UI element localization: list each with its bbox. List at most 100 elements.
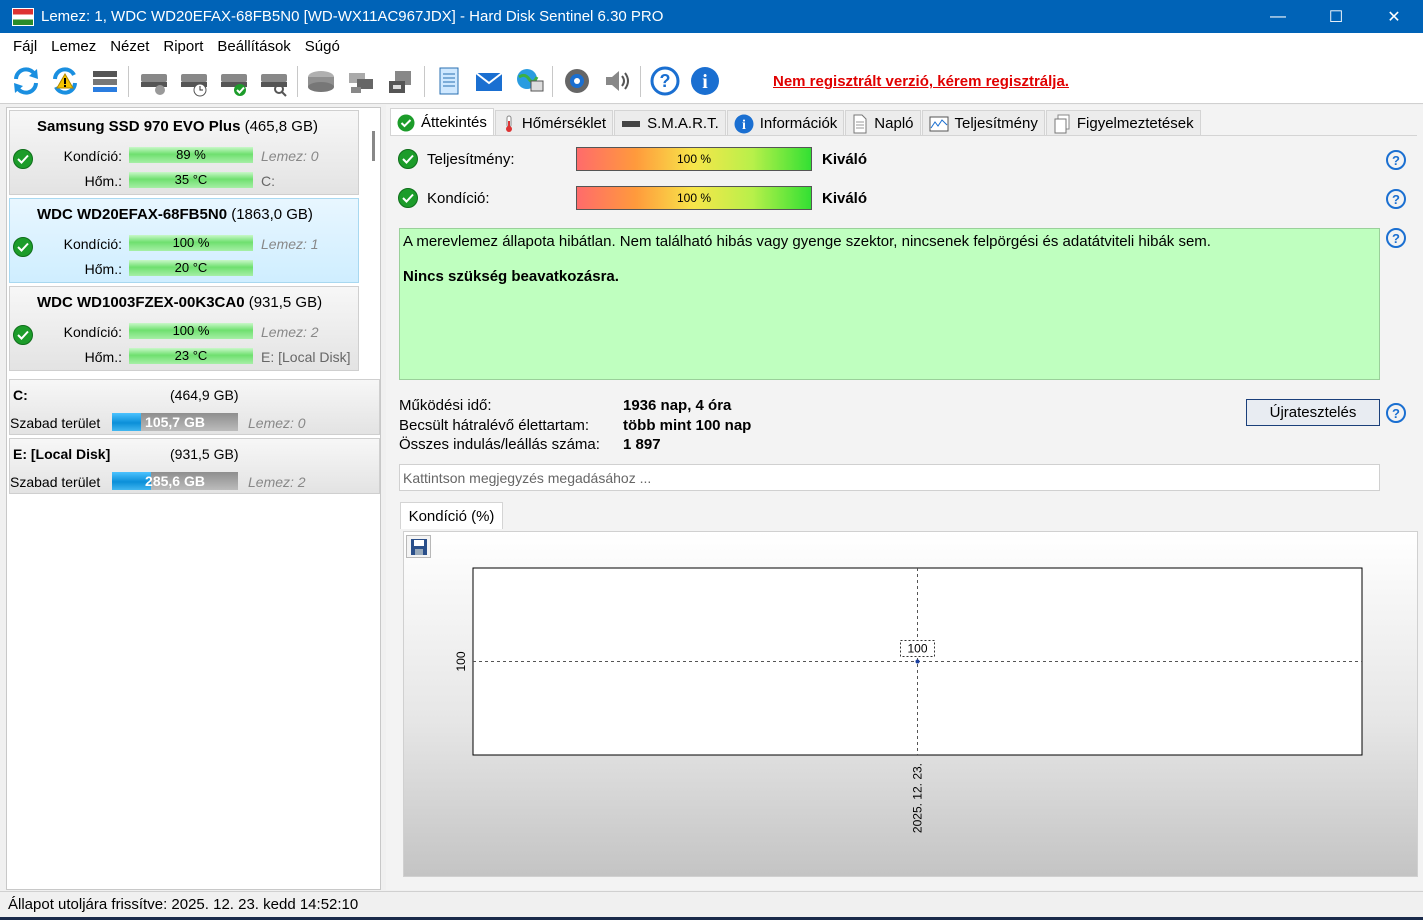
free-space-label: Szabad terület: [10, 474, 101, 490]
disk-item-wd1003fzex[interactable]: WDC WD1003FZEX-00K3CA0 (931,5 GB) Kondíc…: [9, 286, 359, 371]
help-icon[interactable]: ?: [1386, 150, 1406, 170]
tab-label: Áttekintés: [421, 114, 487, 131]
maximize-button[interactable]: ☐: [1313, 0, 1359, 33]
refresh-icon[interactable]: [9, 64, 43, 98]
register-link[interactable]: Nem regisztrált verzió, kérem regisztrál…: [773, 73, 1069, 90]
overview-content: Teljesítmény: 100 % Kiváló ? Kondíció: 1…: [390, 135, 1418, 887]
disk-usb-icon[interactable]: [384, 64, 418, 98]
network-icon[interactable]: [512, 64, 546, 98]
partition-size: (931,5 GB): [170, 446, 239, 462]
window-title: Lemez: 1, WDC WD20EFAX-68FB5N0 [WD-WX11A…: [41, 8, 664, 25]
graph-tab-condition[interactable]: Kondíció (%): [400, 502, 503, 529]
startstop-label: Összes indulás/leállás száma:: [399, 436, 600, 453]
info-icon: i: [734, 114, 754, 134]
partition-item-c[interactable]: C: (464,9 GB) Szabad terület 105,7 GB Le…: [9, 379, 380, 435]
toolbar-separator: [424, 66, 425, 97]
tab-log[interactable]: Napló: [845, 110, 921, 136]
partition-drive: E: [Local Disk]: [13, 446, 111, 462]
note-input[interactable]: [399, 464, 1380, 491]
tab-temperature[interactable]: Hőmérséklet: [494, 110, 614, 136]
menu-disk[interactable]: Lemez: [44, 38, 103, 55]
maximize-icon: ☐: [1328, 8, 1344, 26]
help-icon[interactable]: ?: [648, 64, 682, 98]
condition-rating: Kiváló: [822, 190, 868, 207]
close-icon: ✕: [1387, 8, 1401, 26]
temperature-bar: 20 °C: [129, 260, 253, 276]
disk-list-panel: Samsung SSD 970 EVO Plus (465,8 GB) Kond…: [6, 107, 381, 890]
email-icon[interactable]: [472, 64, 506, 98]
temperature-bar: 23 °C: [129, 348, 253, 364]
disk-item-samsung[interactable]: Samsung SSD 970 EVO Plus (465,8 GB) Kond…: [9, 110, 375, 195]
disk-item-wd20efax[interactable]: WDC WD20EFAX-68FB5N0 (1863,0 GB) Kondíci…: [9, 198, 359, 283]
condition-bar: 100 %: [129, 323, 253, 339]
status-text: A merevlemez állapota hibátlan. Nem talá…: [403, 233, 1211, 250]
tab-information[interactable]: i Információk: [726, 110, 845, 136]
disk-size: (1863,0 GB): [231, 206, 313, 223]
free-space-value: 105,7 GB: [145, 414, 205, 430]
close-button[interactable]: ✕: [1371, 0, 1417, 33]
drive-letter: C:: [261, 173, 275, 189]
condition-value: 100 %: [676, 191, 712, 205]
tab-alerts[interactable]: Figyelmeztetések: [1045, 110, 1201, 136]
menu-file[interactable]: Fájl: [6, 38, 44, 55]
menu-settings[interactable]: Beállítások: [210, 38, 297, 55]
retest-button[interactable]: Újratesztelés: [1246, 399, 1380, 426]
scrollbar-thumb[interactable]: [372, 131, 375, 161]
speaker-icon[interactable]: [600, 64, 634, 98]
svg-text:?: ?: [660, 71, 671, 91]
toolbar: ? i Nem regisztrált verzió, kérem regisz…: [0, 59, 1423, 104]
tab-overview[interactable]: Áttekintés: [390, 108, 494, 136]
toolbar-separator: [128, 66, 129, 97]
disk-size: (931,5 GB): [248, 294, 323, 311]
partition-item-e[interactable]: E: [Local Disk] (931,5 GB) Szabad terüle…: [9, 438, 380, 494]
documents-icon: [1053, 114, 1071, 134]
refresh-warning-icon[interactable]: [48, 64, 82, 98]
drive-letter: E: [Local Disk]: [261, 349, 351, 365]
help-icon[interactable]: ?: [1386, 189, 1406, 209]
lifetime-label: Becsült hátralévő élettartam:: [399, 417, 590, 434]
ok-check-icon: [397, 114, 415, 132]
tab-performance[interactable]: Teljesítmény: [921, 110, 1045, 136]
details-panel: Áttekintés Hőmérséklet S.M.A.R.T. i Info…: [386, 105, 1423, 890]
tab-smart[interactable]: S.M.A.R.T.: [614, 110, 726, 136]
data-label: 100: [907, 642, 927, 656]
disk-number: Lemez: 1: [261, 236, 319, 252]
disk-number: Lemez: 0: [261, 148, 319, 164]
disk-grey-icon[interactable]: [304, 64, 338, 98]
disk-name: WDC WD1003FZEX-00K3CA0: [37, 294, 245, 311]
condition-label: Kondíció:: [63, 148, 122, 164]
settings-icon[interactable]: [560, 64, 594, 98]
temperature-label: Hőm.:: [84, 173, 122, 189]
tab-label: Információk: [759, 115, 838, 132]
condition-label: Kondíció:: [63, 324, 122, 340]
partition-disk: Lemez: 2: [248, 474, 306, 490]
help-icon[interactable]: ?: [1386, 228, 1406, 248]
condition-chart: 100 2025. 12. 23. 100: [454, 567, 1363, 833]
menu-view[interactable]: Nézet: [103, 38, 156, 55]
report-icon[interactable]: [432, 64, 466, 98]
minimize-icon: —: [1270, 7, 1286, 25]
free-space-label: Szabad terület: [10, 415, 101, 431]
info-icon[interactable]: i: [688, 64, 722, 98]
disk-number: Lemez: 2: [261, 324, 319, 340]
x-tick-label: 2025. 12. 23.: [911, 763, 925, 833]
disk-title: WDC WD1003FZEX-00K3CA0 (931,5 GB): [37, 294, 322, 311]
menu-help[interactable]: Súgó: [298, 38, 347, 55]
menu-report[interactable]: Riport: [156, 38, 210, 55]
disk-search-icon[interactable]: [257, 64, 291, 98]
disk-clock-icon[interactable]: [177, 64, 211, 98]
temperature-label: Hőm.:: [84, 349, 122, 365]
disk-tools-icon[interactable]: [344, 64, 378, 98]
help-icon[interactable]: ?: [1386, 403, 1406, 423]
minimize-button[interactable]: —: [1255, 0, 1301, 33]
disk-icon[interactable]: [137, 64, 171, 98]
disk-list-icon[interactable]: [88, 64, 122, 98]
disk-ok-icon[interactable]: [217, 64, 251, 98]
condition-bar: 100 %: [129, 235, 253, 251]
disk-name: Samsung SSD 970 EVO Plus: [37, 118, 241, 135]
condition-bar: 100 %: [576, 186, 812, 210]
free-space-value: 285,6 GB: [145, 473, 205, 489]
temperature-label: Hőm.:: [84, 261, 122, 277]
title-bar: Lemez: 1, WDC WD20EFAX-68FB5N0 [WD-WX11A…: [0, 0, 1423, 33]
partition-drive: C:: [13, 387, 28, 403]
